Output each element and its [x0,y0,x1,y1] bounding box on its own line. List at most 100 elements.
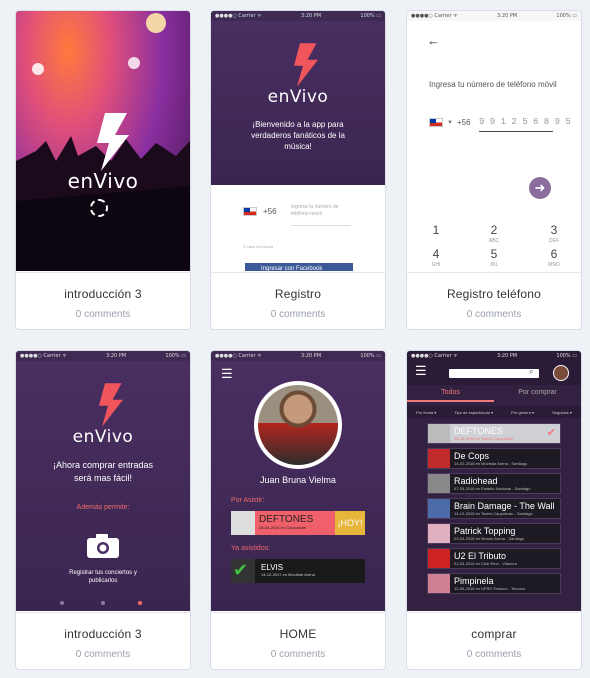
screen-thumbnail[interactable]: enVivo [16,11,190,271]
status-bar: ●●●●○ Carrier ᯤ 3:20 PM 100% ▭ [407,351,581,361]
tab-todos[interactable]: Todos [407,389,494,402]
event-band: De Cops [454,451,490,461]
card-comments[interactable]: 0 comments [407,309,581,320]
event-info: 21-03-2016 en Club Eme - Vitacura [454,561,517,566]
screen-card-intro-purple[interactable]: ●●●●○ Carrier ᯤ 3:20 PM 100% ▭ enVivo ¡Aho… [15,350,191,670]
bolt-logo-icon [99,383,123,427]
card-title[interactable]: introducción 3 [16,627,190,641]
hamburger-menu-icon[interactable]: ☰ [415,364,427,377]
keypad-key[interactable]: 5 JKL [474,247,514,268]
event-date: 28-05-2016 en Caupolicán [259,525,307,530]
event-row[interactable]: Pimpinela 12-06-2016 en UFRO Temuco - Tem… [427,573,561,594]
chevron-down-icon[interactable]: ▼ [447,120,453,126]
event-row[interactable]: De Cops 14-02-2016 en Movistar Arena - Sa… [427,448,561,469]
event-row[interactable]: U2 El Tributo 21-03-2016 en Club Eme - Vi… [427,548,561,569]
hamburger-menu-icon[interactable]: ☰ [221,367,233,380]
filter-seguidos[interactable]: Seguidos ▾ [552,410,572,415]
facebook-login-button[interactable]: Ingresar con Facebook [245,263,353,271]
bolt-logo-icon [294,43,318,87]
card-title[interactable]: introducción 3 [16,287,190,301]
event-band: Patrick Topping [454,526,516,536]
page-dot[interactable] [101,601,105,605]
screen-card-intro-concert[interactable]: enVivo introducción 3 0 comments [15,10,191,330]
event-thumbnail [428,574,450,593]
keypad-key[interactable]: 3 DEF [534,223,574,244]
card-title[interactable]: Registro teléfono [407,287,581,301]
status-bar: ●●●●○ Carrier ᯤ 3:20 PM 100% ▭ [211,351,385,361]
card-footer: comprar 0 comments [407,612,581,669]
event-band: Brain Damage - The Wall [454,501,555,511]
screen-card-registro-telefono[interactable]: ●●●●○ Carrier ᯤ 3:20 PM 100% ▭ ← Ingresa t… [406,10,582,330]
keypad-key[interactable]: 2 ABC [474,223,514,244]
also-label: Además permite: [76,504,130,511]
headline-text: ¡Ahora comprar entradas será mas fácil! [52,460,154,483]
card-title[interactable]: comprar [407,627,581,641]
phone-prompt: Ingresa tu número de teléfono móvil [429,80,557,89]
card-comments[interactable]: 0 comments [211,649,385,660]
check-icon: ✔ [233,560,249,580]
event-band: U2 El Tributo [454,551,507,561]
phone-input[interactable]: Ingresa tu número de teléfono móvil [291,204,357,218]
chile-flag-icon[interactable] [429,118,443,127]
keypad-key[interactable]: 1 [416,223,456,238]
card-comments[interactable]: 0 comments [407,649,581,660]
event-band: Pimpinela [454,576,494,586]
attended-label: Ya asistidos: [231,545,271,552]
country-prefix[interactable]: +56 [457,118,471,127]
card-footer: HOME 0 comments [211,612,385,669]
screen-card-home[interactable]: ●●●●○ Carrier ᯤ 3:20 PM 100% ▭ ☰ Juan Brun… [210,350,386,670]
event-info: 14-12-2016 en Teatro Caupolicán - Santia… [454,511,533,516]
event-thumbnail [428,449,450,468]
selected-check-icon: ✔ [546,427,556,439]
event-row[interactable]: Brain Damage - The Wall 14-12-2016 en Tea… [427,498,561,519]
search-input[interactable] [449,369,539,378]
app-logo-text: enVivo [72,427,134,447]
card-title[interactable]: Registro [211,287,385,301]
tab-por-comprar[interactable]: Por comprar [494,389,581,400]
screen-thumbnail[interactable]: ●●●●○ Carrier ᯤ 3:20 PM 100% ▭ ← Ingresa t… [407,11,581,271]
card-comments[interactable]: 0 comments [16,649,190,660]
event-row[interactable]: Radiohead 07-05-2016 en Estadio Nacional … [427,473,561,494]
keypad-key[interactable]: 6 MNO [534,247,574,268]
card-comments[interactable]: 0 comments [211,309,385,320]
user-name: Juan Bruna Vielma [260,475,336,485]
back-arrow-icon[interactable]: ← [427,33,440,48]
event-band: ELVIS [261,563,284,572]
screen-thumbnail[interactable]: ●●●●○ Carrier ᯤ 3:20 PM 100% ▭ enVivo ¡Aho… [16,351,190,611]
screen-thumbnail[interactable]: ●●●●○ Carrier ᯤ 3:20 PM 100% ▭ ☰ ⌕ Todos P… [407,351,581,611]
search-icon[interactable]: ⌕ [529,367,533,377]
screen-thumbnail[interactable]: ●●●●○ Carrier ᯤ 3:20 PM 100% ▭ ☰ Juan Brun… [211,351,385,611]
event-row[interactable]: Patrick Topping 03-04-2016 en Mundo Arena… [427,523,561,544]
phone-number-input[interactable]: 9 9 1 2 5 6 8 9 5 [479,117,571,127]
status-bar: ●●●●○ Carrier ᯤ 3:20 PM 100% ▭ [16,351,190,361]
avatar[interactable] [254,381,342,469]
page-dot-active[interactable] [138,601,142,605]
filter-tipo[interactable]: Tipo de espectáculo ▾ [454,410,493,415]
avatar[interactable] [553,365,569,381]
event-row[interactable]: DEFTONES 28-05-2016 en Teatro Caupolicán ✔ [427,423,561,444]
filter-fecha[interactable]: Por fecha ▾ [416,410,436,415]
attended-event-card[interactable]: ✔ ELVIS 14-12-2017 en Movistar Arena [231,559,365,583]
screen-thumbnail[interactable]: ●●●●○ Carrier ᯤ 3:20 PM 100% ▭ enVivo ¡Bie… [211,11,385,271]
page-dot[interactable] [60,601,64,605]
screen-card-comprar[interactable]: ●●●●○ Carrier ᯤ 3:20 PM 100% ▭ ☰ ⌕ Todos P… [406,350,582,670]
event-info: 03-04-2016 en Mundo Arena - Santiago [454,536,525,541]
event-thumbnail [428,499,450,518]
event-thumbnail [428,424,450,443]
country-prefix[interactable]: +56 [263,207,277,216]
keypad-key[interactable]: 4 GHI [416,247,456,268]
event-band: DEFTONES [259,514,314,525]
card-title[interactable]: HOME [211,627,385,641]
or-label: O usar red social [243,244,274,249]
screen-card-registro[interactable]: ●●●●○ Carrier ᯤ 3:20 PM 100% ▭ enVivo ¡Bie… [210,10,386,330]
card-comments[interactable]: 0 comments [16,309,190,320]
status-bar: ●●●●○ Carrier ᯤ 3:20 PM 100% ▭ [407,11,581,21]
upcoming-event-card[interactable]: DEFTONES 28-05-2016 en Caupolicán ¡HOY! [231,511,365,535]
event-info: 14-02-2016 en Movistar Arena - Santiago [454,461,528,466]
next-arrow-button[interactable]: ➜ [529,177,551,199]
event-band: Radiohead [454,476,498,486]
going-label: Por Asistir: [231,497,265,504]
event-thumbnail [428,549,450,568]
filter-genero[interactable]: Por género ▾ [511,410,534,415]
chile-flag-icon[interactable] [243,207,257,216]
